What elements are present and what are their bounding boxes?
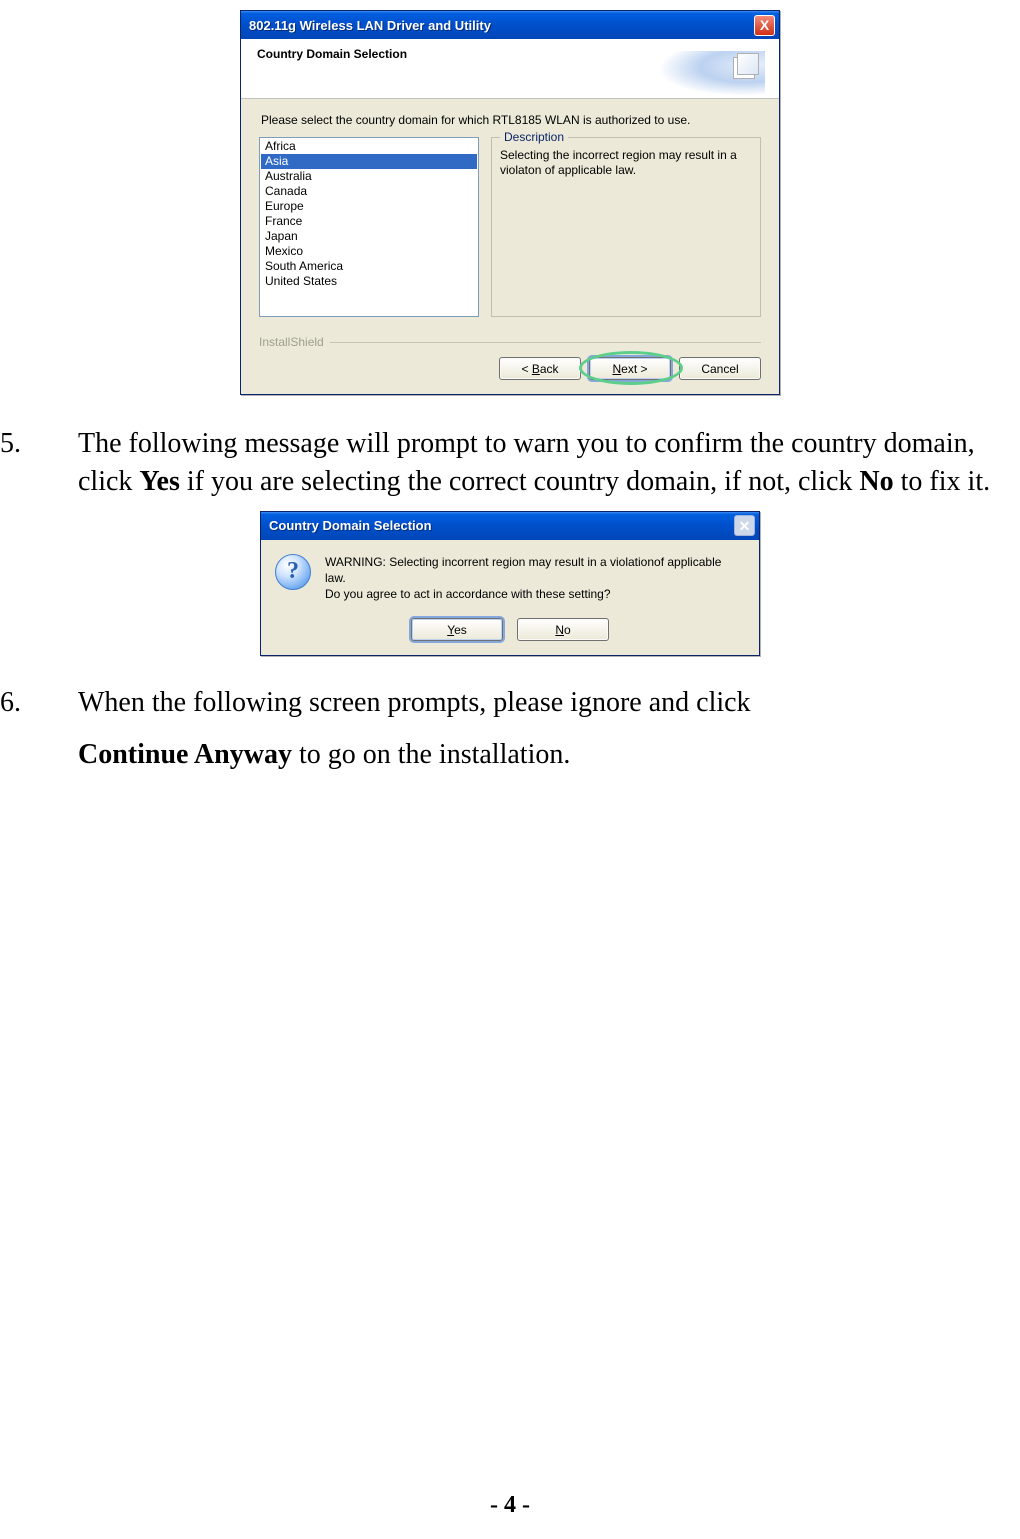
- question-icon: ?: [275, 554, 311, 590]
- country-listbox[interactable]: AfricaAsiaAustraliaCanadaEuropeFranceJap…: [259, 137, 479, 317]
- prompt-text: Please select the country domain for whi…: [261, 113, 761, 127]
- dialog-body: ? WARNING: Selecting incorrent region ma…: [261, 540, 759, 619]
- description-legend: Description: [500, 130, 568, 144]
- list-item[interactable]: South America: [261, 259, 477, 274]
- banner-decor-icon: [625, 47, 765, 99]
- list-item[interactable]: Canada: [261, 184, 477, 199]
- list-item[interactable]: Africa: [261, 139, 477, 154]
- window-title: Country Domain Selection: [269, 518, 734, 533]
- list-item[interactable]: Asia: [261, 154, 477, 169]
- step-text: When the following screen prompts, pleas…: [78, 684, 1010, 774]
- titlebar[interactable]: 802.11g Wireless LAN Driver and Utility …: [241, 11, 779, 39]
- divider: [330, 342, 761, 343]
- window-title: 802.11g Wireless LAN Driver and Utility: [249, 18, 754, 33]
- step-text: The following message will prompt to war…: [78, 425, 1010, 501]
- list-item[interactable]: Japan: [261, 229, 477, 244]
- warning-text: WARNING: Selecting incorrent region may …: [325, 554, 745, 603]
- step-6: 6. When the following screen prompts, pl…: [0, 684, 1020, 774]
- step-5: 5. The following message will prompt to …: [0, 425, 1020, 501]
- list-item[interactable]: United States: [261, 274, 477, 289]
- page-number: - 4 -: [0, 1492, 1020, 1519]
- banner-title: Country Domain Selection: [257, 47, 407, 98]
- close-icon[interactable]: X: [754, 15, 775, 36]
- description-groupbox: Description Selecting the incorrect regi…: [491, 137, 761, 317]
- list-item[interactable]: France: [261, 214, 477, 229]
- step-number: 6.: [0, 684, 60, 774]
- next-button[interactable]: Next >: [589, 357, 671, 380]
- installer-window: 802.11g Wireless LAN Driver and Utility …: [240, 10, 780, 395]
- no-button[interactable]: No: [517, 618, 609, 641]
- titlebar[interactable]: Country Domain Selection ✕: [261, 512, 759, 540]
- confirm-dialog: Country Domain Selection ✕ ? WARNING: Se…: [260, 511, 760, 657]
- back-button[interactable]: < Back: [499, 357, 581, 380]
- yes-button[interactable]: Yes: [411, 618, 503, 641]
- button-row: Yes No: [261, 618, 759, 655]
- step-number: 5.: [0, 425, 60, 501]
- list-item[interactable]: Australia: [261, 169, 477, 184]
- banner: Country Domain Selection: [241, 39, 779, 99]
- list-item[interactable]: Europe: [261, 199, 477, 214]
- description-text: Selecting the incorrect region may resul…: [500, 148, 752, 178]
- dialog-body: Please select the country domain for whi…: [241, 99, 779, 331]
- installshield-label: InstallShield: [241, 331, 779, 349]
- list-item[interactable]: Mexico: [261, 244, 477, 259]
- cancel-button[interactable]: Cancel: [679, 357, 761, 380]
- close-icon: ✕: [734, 515, 755, 536]
- button-row: < Back Next > Cancel: [241, 349, 779, 394]
